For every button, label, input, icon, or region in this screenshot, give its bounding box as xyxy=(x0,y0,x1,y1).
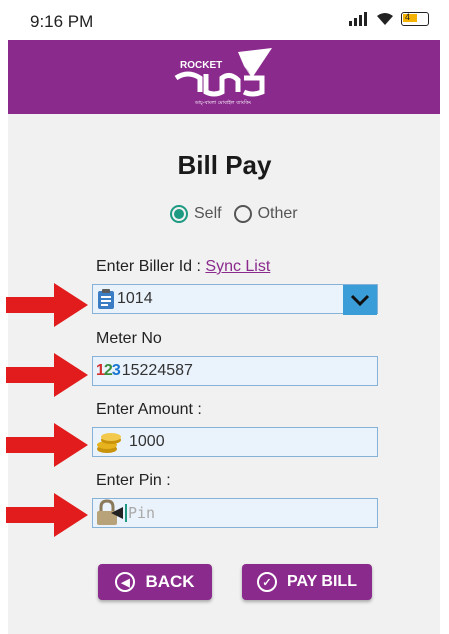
clipboard-icon xyxy=(98,289,114,309)
check-icon: ✓ xyxy=(257,572,278,592)
amount-label: Enter Amount : xyxy=(96,401,202,418)
pin-placeholder: Pin xyxy=(128,504,156,522)
back-button[interactable]: ◀ BACK xyxy=(98,564,212,600)
meter-no-input[interactable]: 123 15224587 xyxy=(92,356,378,386)
amount-value: 1000 xyxy=(129,433,165,450)
rocket-logo: ROCKET ডাচ্-বাংলা মোবাইল ব্যাংকিং xyxy=(168,48,278,106)
red-arrow-icon xyxy=(6,493,88,537)
wifi-icon xyxy=(377,13,393,25)
back-label: BACK xyxy=(145,572,195,591)
amount-input[interactable]: 1000 xyxy=(92,427,378,457)
svg-text:ROCKET: ROCKET xyxy=(180,60,222,71)
page-title: Bill Pay xyxy=(177,150,272,180)
battery-level: 4 xyxy=(405,12,411,22)
biller-id-select[interactable]: 1014 xyxy=(92,284,378,315)
meter-no-value: 15224587 xyxy=(121,362,193,379)
self-radio[interactable] xyxy=(170,205,188,223)
biller-id-value: 1014 xyxy=(117,290,153,307)
red-arrow-icon xyxy=(6,283,88,327)
app-header: ROCKET ডাচ্-বাংলা মোবাইল ব্যাংকিং xyxy=(8,40,440,114)
paper-plane-icon xyxy=(238,48,272,78)
self-label[interactable]: Self xyxy=(194,205,222,223)
status-bar: 9:16 PM 4 xyxy=(0,0,449,40)
coins-icon xyxy=(97,433,121,453)
pin-label: Enter Pin : xyxy=(96,472,171,489)
biller-label: Enter Biller Id : Sync List xyxy=(96,258,270,276)
pin-input[interactable]: Pin xyxy=(92,498,378,528)
meter-label: Meter No xyxy=(96,330,162,347)
arrow-left-icon: ◀ xyxy=(115,572,136,592)
red-arrow-icon xyxy=(6,423,88,467)
pay-bill-label: PAY BILL xyxy=(287,573,357,590)
pay-bill-button[interactable]: ✓ PAY BILL xyxy=(242,564,372,600)
numbers-icon: 123 xyxy=(96,362,121,379)
status-time: 9:16 PM xyxy=(30,12,94,31)
lock-icon xyxy=(97,499,123,525)
payer-selector: Self Other xyxy=(170,205,298,223)
status-icons: 4 xyxy=(349,12,429,26)
red-arrow-icon xyxy=(6,353,88,397)
battery-icon: 4 xyxy=(401,12,429,26)
text-cursor xyxy=(125,504,127,522)
other-radio[interactable] xyxy=(233,205,252,223)
chevron-down-icon xyxy=(350,294,370,306)
dropdown-button[interactable] xyxy=(343,285,377,315)
other-label[interactable]: Other xyxy=(258,205,298,223)
biller-label-text: Enter Biller Id : xyxy=(96,258,201,275)
svg-text:ডাচ্-বাংলা মোবাইল ব্যাংকিং: ডাচ্-বাংলা মোবাইল ব্যাংকিং xyxy=(194,100,251,106)
sync-list-link[interactable]: Sync List xyxy=(205,258,270,275)
signal-icon xyxy=(349,12,367,26)
